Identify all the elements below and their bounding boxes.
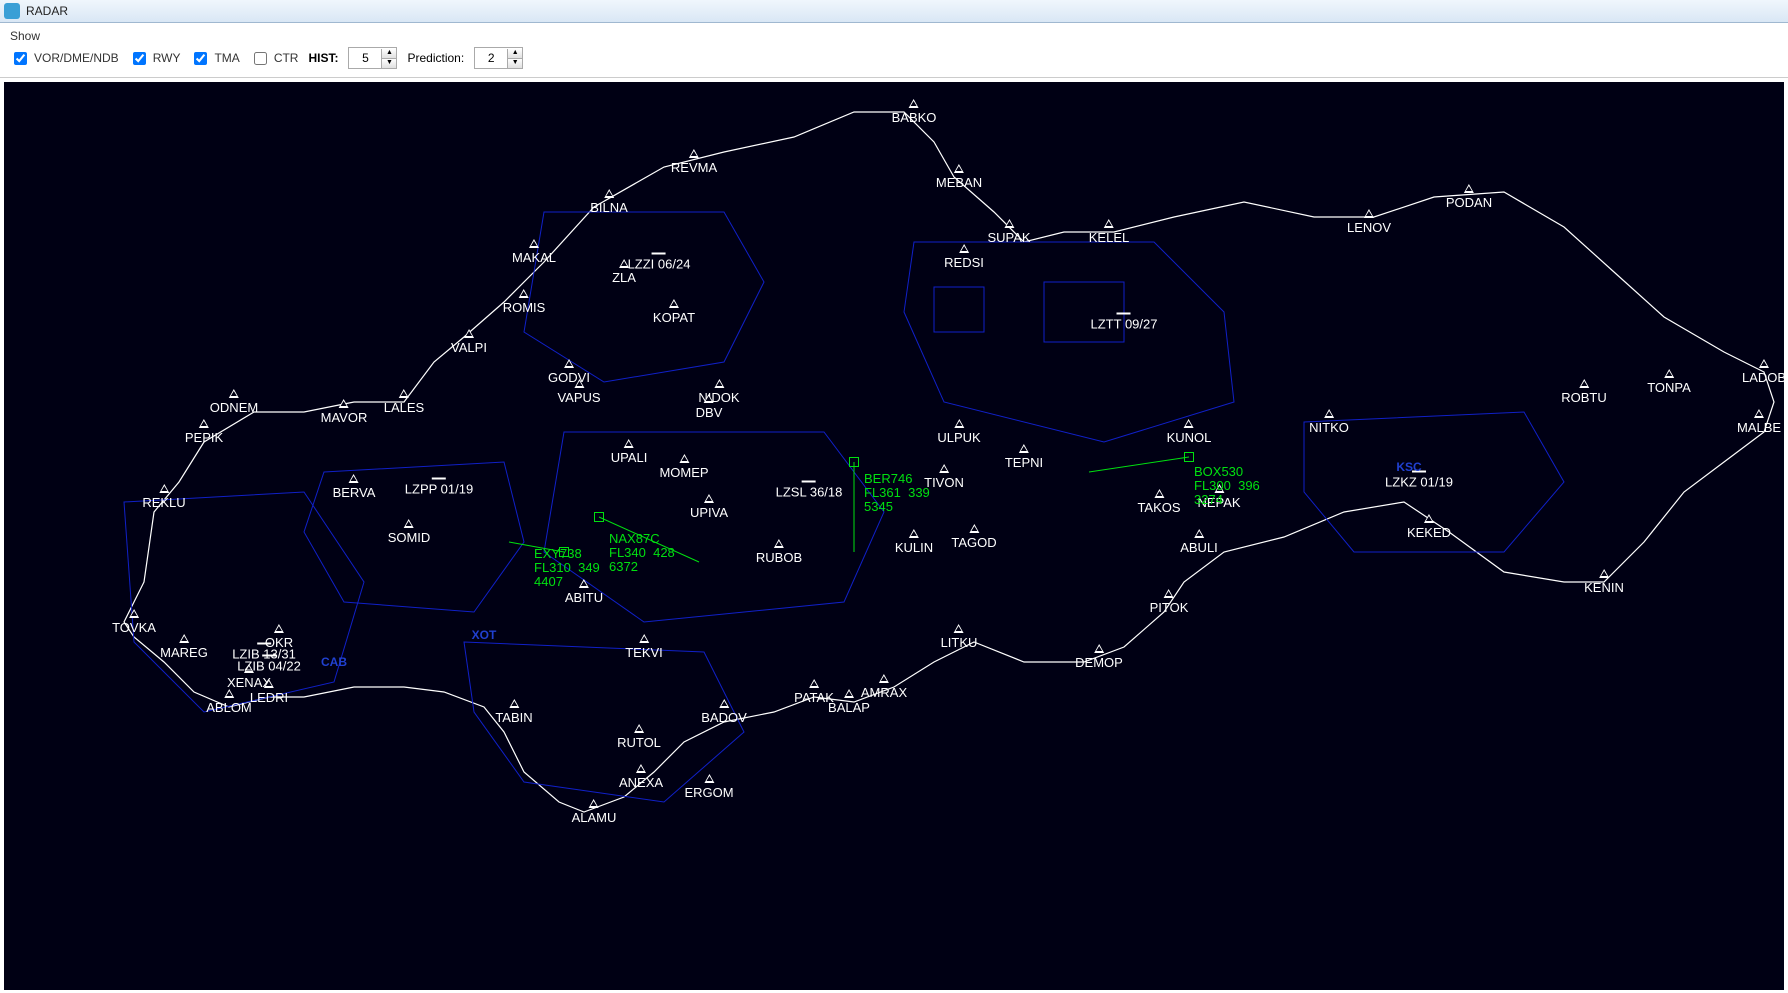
toolbar: Show VOR/DME/NDB RWY TMA CTR HIST: ▲ ▼ P… [0,23,1788,78]
aircraft-fl-gs: FL340 428 [609,546,675,560]
runway-icon [432,478,446,480]
navaid-cab: CAB [321,655,347,669]
aircraft-label-exy738[interactable]: EXY738FL310 3494407 [534,547,600,589]
runway-label: LZZI 06/24 [628,257,691,272]
checkbox-rwy[interactable]: RWY [129,49,181,68]
aircraft-fl-gs: FL310 349 [534,561,600,575]
checkbox-ctr-input[interactable] [254,52,267,65]
window-title: RADAR [26,4,68,18]
aircraft-squawk: 3274 [1194,493,1260,507]
runway-label: LZSL 36/18 [776,485,843,500]
checkbox-rwy-input[interactable] [133,52,146,65]
aircraft-symbol-ber746[interactable] [849,457,859,467]
prediction-up-button[interactable]: ▲ [508,49,522,59]
checkbox-ctr[interactable]: CTR [250,49,299,68]
prediction-down-button[interactable]: ▼ [508,59,522,68]
hist-down-button[interactable]: ▼ [382,59,396,68]
hist-spinner[interactable]: ▲ ▼ [348,47,397,69]
runway-label: LZPP 01/19 [405,482,473,497]
checkbox-vor[interactable]: VOR/DME/NDB [10,49,119,68]
aircraft-label-nax87c[interactable]: NAX87CFL340 4286372 [609,532,675,574]
runway-icon [802,481,816,483]
checkbox-tma-label: TMA [214,51,239,65]
checkbox-tma-input[interactable] [194,52,207,65]
hist-up-button[interactable]: ▲ [382,49,396,59]
runway-lzsl: LZSL 36/18 [776,481,843,500]
runway-icon [652,253,666,255]
runway-label: LZTT 09/27 [1091,317,1158,332]
aircraft-fl-gs: FL361 339 [864,486,930,500]
runway-lzzi: LZZI 06/24 [628,253,691,272]
runway-label: LZIB 04/22 [237,659,301,674]
app-icon [4,3,20,19]
runway-lzpp: LZPP 01/19 [405,478,473,497]
aircraft-callsign: BER746 [864,472,930,486]
aircraft-callsign: NAX87C [609,532,675,546]
checkbox-rwy-label: RWY [153,51,181,65]
aircraft-label-box530[interactable]: BOX530FL300 3963274 [1194,465,1260,507]
aircraft-label-ber746[interactable]: BER746FL361 3395345 [864,472,930,514]
aircraft-vector-box530 [1089,457,1189,472]
checkbox-vor-label: VOR/DME/NDB [34,51,119,65]
aircraft-squawk: 6372 [609,560,675,574]
aircraft-fl-gs: FL300 396 [1194,479,1260,493]
aircraft-squawk: 5345 [864,500,930,514]
toolbar-row: VOR/DME/NDB RWY TMA CTR HIST: ▲ ▼ Predic… [10,47,1778,69]
aircraft-symbol-nax87c[interactable] [594,512,604,522]
prediction-label: Prediction: [407,51,464,65]
runway-label: LZKZ 01/19 [1385,475,1453,490]
runway-icon [1117,313,1131,315]
window-titlebar: RADAR [0,0,1788,23]
fir-border [124,112,1774,812]
tma-overlay [124,212,1564,802]
prediction-spinner[interactable]: ▲ ▼ [474,47,523,69]
radar-svg [4,82,1784,990]
runway-icon [262,655,276,657]
checkbox-tma[interactable]: TMA [190,49,239,68]
runway-icon [257,643,271,645]
checkbox-vor-input[interactable] [14,52,27,65]
prediction-input[interactable] [475,49,507,67]
aircraft-squawk: 4407 [534,575,600,589]
hist-input[interactable] [349,49,381,67]
aircraft-symbol-box530[interactable] [1184,452,1194,462]
runway-lzib04: LZIB 04/22 [237,655,301,674]
runway-lztt: LZTT 09/27 [1091,313,1158,332]
radar-display[interactable]: BABKOREVMAMEBANBILNAPODANLENOVKELELSUPAK… [4,82,1784,990]
checkbox-ctr-label: CTR [274,51,299,65]
navaid-ksc: KSC [1396,460,1421,474]
hist-label: HIST: [308,51,338,65]
aircraft-callsign: BOX530 [1194,465,1260,479]
navaid-xot: XOT [472,628,497,642]
toolbar-group-label: Show [10,29,1778,43]
aircraft-callsign: EXY738 [534,547,600,561]
